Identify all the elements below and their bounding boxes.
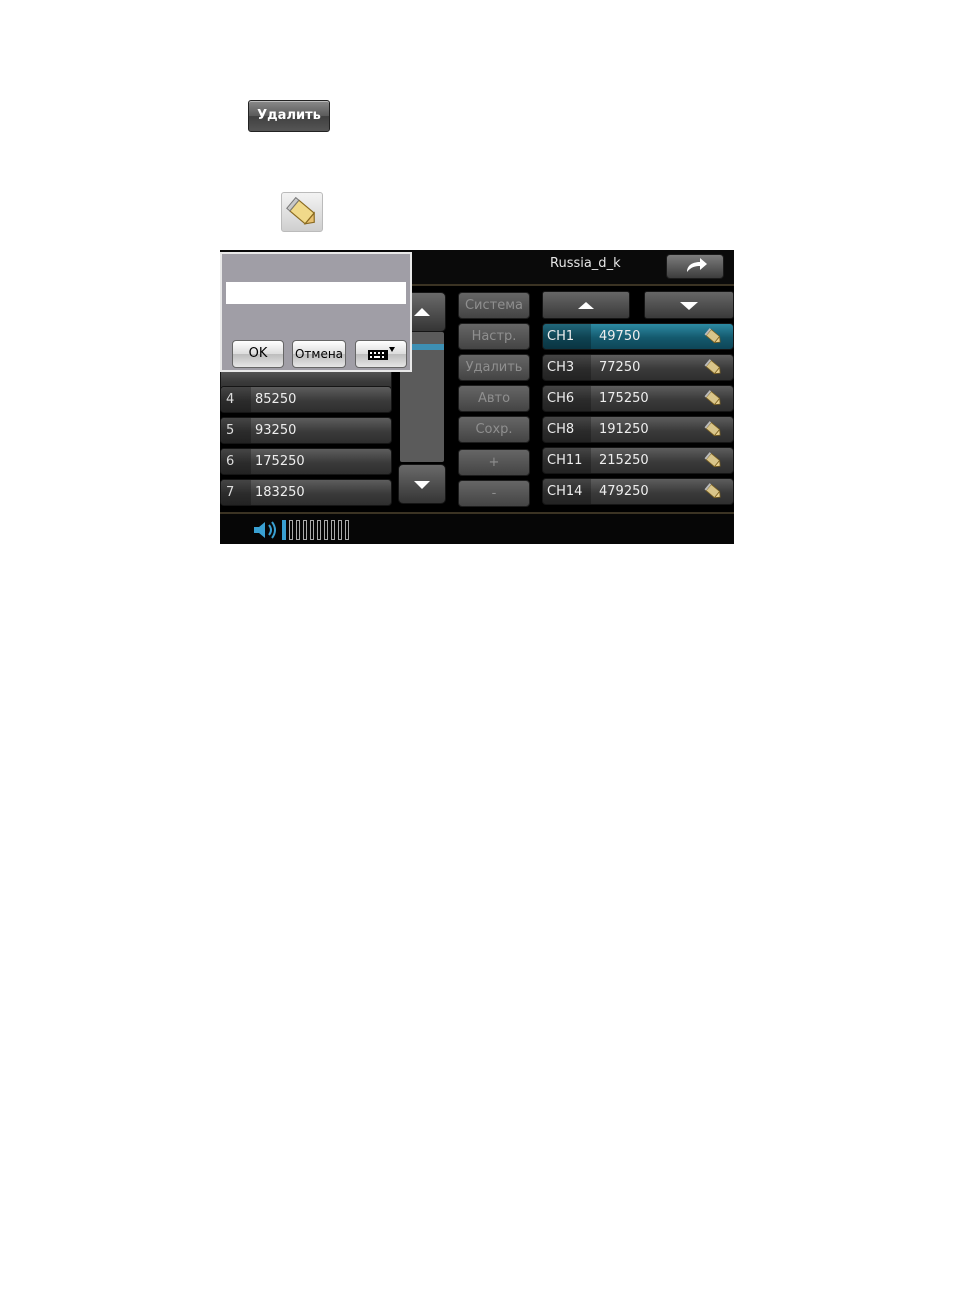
edit-pencil-icon[interactable] bbox=[703, 358, 725, 378]
arrow-down-icon bbox=[414, 481, 430, 489]
channel-frequency: 215250 bbox=[599, 453, 649, 468]
volume-bar bbox=[282, 520, 286, 540]
channel-number: CH3 bbox=[547, 360, 575, 375]
channel-page-down-button[interactable] bbox=[644, 291, 734, 319]
volume-bar bbox=[310, 520, 314, 540]
channel-label-bg: CH8 bbox=[543, 417, 591, 442]
back-button[interactable] bbox=[666, 254, 724, 279]
channel-row[interactable]: CH3 77250 bbox=[542, 354, 734, 381]
channel-name-input[interactable] bbox=[226, 282, 406, 304]
tv-channel-screen: Russia_d_k 4 85250 5 93250 6 175250 7 18… bbox=[220, 250, 734, 544]
save-button[interactable]: Сохр. bbox=[458, 416, 530, 443]
channel-label-bg: CH1 bbox=[543, 324, 591, 349]
volume-bar bbox=[289, 520, 293, 540]
keyboard-icon bbox=[368, 347, 395, 360]
channel-row[interactable]: CH6 175250 bbox=[542, 385, 734, 412]
channel-row[interactable]: CH1 49750 bbox=[542, 323, 734, 350]
edit-pencil-icon[interactable] bbox=[703, 389, 725, 409]
settings-button[interactable]: Настр. bbox=[458, 323, 530, 350]
rename-dialog: OK Отмена bbox=[220, 252, 412, 372]
arrow-up-icon bbox=[578, 302, 594, 309]
channel-page-up-button[interactable] bbox=[542, 291, 630, 319]
scroll-down-button[interactable] bbox=[398, 464, 446, 504]
channel-row[interactable]: CH8 191250 bbox=[542, 416, 734, 443]
doc-delete-button[interactable]: Удалить bbox=[248, 100, 330, 132]
channel-row[interactable]: CH14 479250 bbox=[542, 478, 734, 505]
list-item[interactable]: 6 175250 bbox=[220, 448, 392, 475]
channel-number: CH8 bbox=[547, 422, 575, 437]
volume-bar bbox=[345, 520, 349, 540]
volume-bar bbox=[303, 520, 307, 540]
channel-frequency: 175250 bbox=[599, 391, 649, 406]
channel-label-bg: CH3 bbox=[543, 355, 591, 380]
channel-number: CH11 bbox=[547, 453, 583, 468]
list-item[interactable]: 5 93250 bbox=[220, 417, 392, 444]
auto-button[interactable]: Авто bbox=[458, 385, 530, 412]
edit-pencil-icon[interactable] bbox=[703, 482, 725, 502]
list-item[interactable]: 4 85250 bbox=[220, 386, 392, 413]
channel-frequency: 191250 bbox=[599, 422, 649, 437]
channel-frequency: 479250 bbox=[599, 484, 649, 499]
channel-frequency: 77250 bbox=[599, 360, 641, 375]
channel-label-bg: CH11 bbox=[543, 448, 591, 473]
volume-bar bbox=[331, 520, 335, 540]
channel-number: CH6 bbox=[547, 391, 575, 406]
volume-bar bbox=[317, 520, 321, 540]
delete-button[interactable]: Удалить bbox=[458, 354, 530, 381]
channel-label-bg: CH6 bbox=[543, 386, 591, 411]
system-button[interactable]: Система bbox=[458, 292, 530, 319]
minus-button[interactable]: - bbox=[458, 480, 530, 507]
cancel-button[interactable]: Отмена bbox=[292, 340, 346, 368]
channel-row[interactable]: CH11 215250 bbox=[542, 447, 734, 474]
volume-bar bbox=[296, 520, 300, 540]
back-arrow-icon bbox=[687, 258, 707, 272]
edit-pencil-icon[interactable] bbox=[703, 420, 725, 440]
edit-pencil-icon[interactable] bbox=[703, 327, 725, 347]
speaker-icon[interactable] bbox=[252, 520, 280, 540]
channel-number: CH1 bbox=[547, 329, 575, 344]
channel-number: CH14 bbox=[547, 484, 583, 499]
arrow-down-icon bbox=[680, 302, 698, 310]
channel-label-bg: CH14 bbox=[543, 479, 591, 504]
bottom-bar bbox=[220, 512, 734, 544]
page-title: Russia_d_k bbox=[550, 256, 621, 271]
doc-edit-pencil-icon[interactable] bbox=[281, 192, 323, 232]
ok-button[interactable]: OK bbox=[232, 340, 284, 368]
volume-bar bbox=[338, 520, 342, 540]
channel-frequency: 49750 bbox=[599, 329, 641, 344]
list-item[interactable]: 7 183250 bbox=[220, 479, 392, 506]
plus-button[interactable]: + bbox=[458, 449, 530, 476]
edit-pencil-icon[interactable] bbox=[703, 451, 725, 471]
volume-bar bbox=[324, 520, 328, 540]
keyboard-button[interactable] bbox=[355, 340, 407, 368]
